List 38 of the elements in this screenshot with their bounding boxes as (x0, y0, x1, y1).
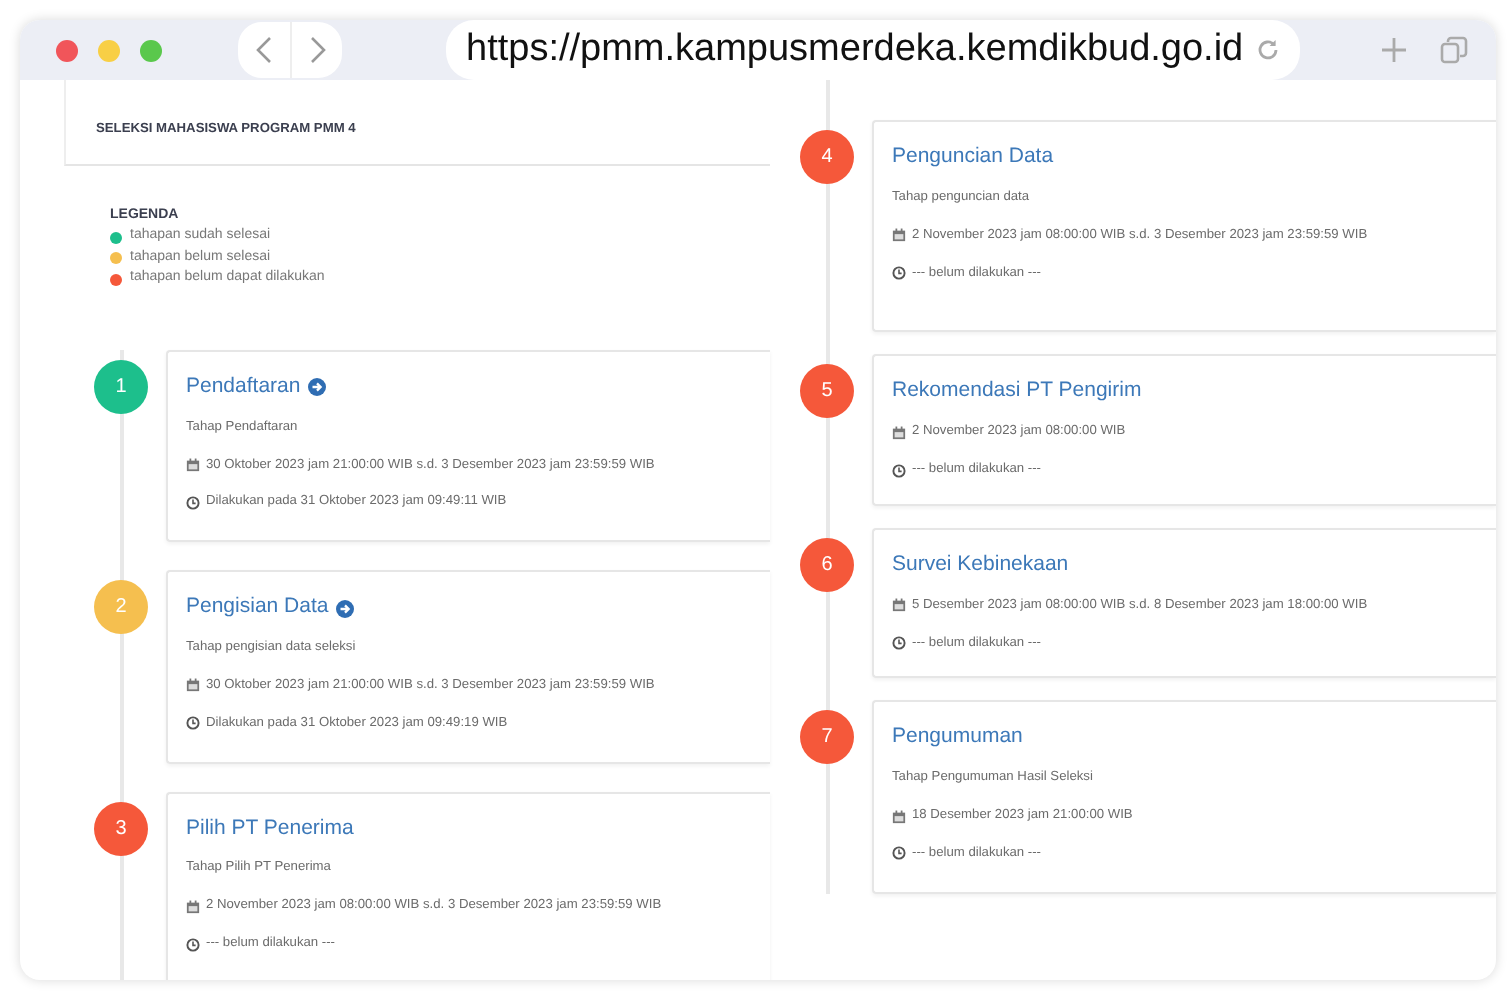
clock-icon (892, 265, 906, 280)
chevron-left-icon (256, 36, 272, 64)
calendar-icon (892, 228, 906, 243)
new-tab-icon[interactable] (1380, 36, 1408, 64)
clock-icon (892, 636, 906, 651)
clock-icon (186, 495, 200, 510)
step-number-badge: 3 (94, 801, 148, 856)
arrow-circle-icon[interactable] (336, 599, 355, 618)
calendar-icon (186, 899, 200, 914)
step-title: Rekomendasi PT Pengirim (892, 376, 1142, 407)
reload-icon[interactable] (1255, 38, 1280, 62)
step-title[interactable]: Pendaftaran (186, 371, 301, 404)
step-title[interactable]: Pengisian Data (186, 592, 329, 625)
calendar-icon (892, 425, 906, 440)
step-number-badge: 2 (94, 580, 148, 635)
step-number-badge: 1 (94, 359, 148, 414)
chevron-right-icon (309, 36, 325, 64)
step-title: Survei Kebinekaan (892, 549, 1069, 580)
address-bar[interactable]: https://pmm.kampusmerdeka.kemdikbud.go.id (446, 20, 1300, 80)
step-number-badge: 7 (800, 710, 854, 765)
calendar-icon (186, 457, 200, 472)
arrow-circle-icon[interactable] (308, 378, 327, 397)
tabs-icon[interactable] (1440, 36, 1468, 64)
calendar-icon (892, 598, 906, 613)
step-number-badge: 4 (800, 130, 854, 184)
clock-icon (186, 937, 200, 952)
step-title: Pengumuman (892, 722, 1023, 753)
close-window-button[interactable] (56, 39, 78, 61)
step-number-badge: 6 (800, 537, 854, 592)
calendar-icon (892, 809, 906, 824)
calendar-icon (186, 678, 200, 693)
step-number-badge: 5 (800, 364, 854, 419)
clock-icon (892, 846, 906, 861)
clock-icon (186, 716, 200, 731)
clock-icon (892, 463, 906, 477)
step-title: Penguncian Data (892, 142, 1054, 172)
step-title: Pilih PT Penerima (186, 813, 354, 844)
maximize-window-button[interactable] (140, 39, 162, 61)
